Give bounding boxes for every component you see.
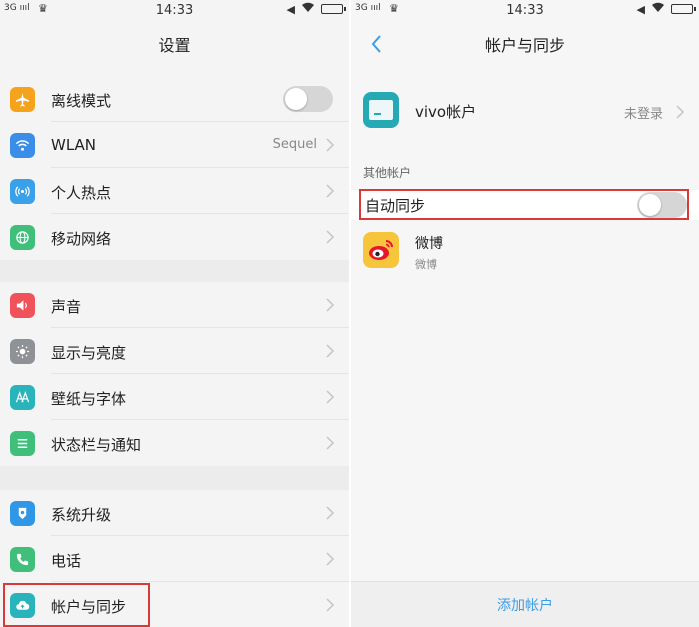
settings-item-wlan[interactable]: WLAN Sequel bbox=[0, 122, 349, 168]
list-icon bbox=[10, 431, 35, 456]
page-title: 设置 bbox=[158, 36, 191, 55]
chevron-right-icon bbox=[326, 506, 335, 520]
weibo-icon bbox=[363, 232, 399, 268]
chevron-right-icon bbox=[326, 390, 335, 404]
back-button[interactable] bbox=[365, 30, 389, 58]
status-bar: 3G ıııl ♛ 14:33 ◀ bbox=[0, 0, 349, 20]
brightness-icon bbox=[10, 339, 35, 364]
upgrade-icon bbox=[10, 501, 35, 526]
weibo-account-row[interactable]: 微博 微博 bbox=[351, 226, 699, 282]
group-divider bbox=[0, 260, 349, 282]
chevron-right-icon bbox=[326, 138, 335, 152]
settings-item-display-brightness[interactable]: 显示与亮度 bbox=[0, 328, 349, 374]
section-title-other-accounts: 其他帐户 bbox=[363, 166, 412, 180]
settings-item-hotspot[interactable]: 个人热点 bbox=[0, 168, 349, 214]
phone-icon bbox=[10, 547, 35, 572]
weibo-account-name: 微博 bbox=[415, 236, 443, 252]
wifi-icon bbox=[10, 133, 35, 158]
settings-item-mobile-network[interactable]: 移动网络 bbox=[0, 214, 349, 260]
settings-screen: 3G ıııl ♛ 14:33 ◀ 设置 离线模式 WLAN Sequel 个人… bbox=[0, 0, 349, 627]
accounts-sync-screen: 3G ıııl ♛ 14:33 ◀ 帐户与同步 vivo帐户 未登录 其他帐户 … bbox=[351, 0, 699, 627]
chevron-right-icon bbox=[326, 230, 335, 244]
hotspot-icon bbox=[10, 179, 35, 204]
wlan-network-name: Sequel bbox=[272, 137, 317, 152]
chevron-right-icon bbox=[326, 598, 335, 612]
speaker-icon bbox=[10, 293, 35, 318]
chevron-left-icon bbox=[371, 35, 381, 53]
settings-item-sound[interactable]: 声音 bbox=[0, 282, 349, 328]
weibo-account-type: 微博 bbox=[415, 258, 437, 271]
airplane-icon bbox=[10, 87, 35, 112]
settings-group-network: 离线模式 WLAN Sequel 个人热点 移动网络 bbox=[0, 76, 349, 260]
add-account-button[interactable]: 添加帐户 bbox=[497, 595, 553, 615]
settings-item-airplane-mode[interactable]: 离线模式 bbox=[0, 76, 349, 122]
settings-item-system-upgrade[interactable]: 系统升级 bbox=[0, 490, 349, 536]
chevron-right-icon bbox=[676, 105, 685, 119]
mute-icon: ◀ bbox=[636, 2, 645, 16]
group-divider bbox=[0, 466, 349, 490]
airplane-mode-toggle[interactable] bbox=[283, 86, 333, 112]
chevron-right-icon bbox=[326, 298, 335, 312]
status-bar: 3G ıııl ♛ 14:33 ◀ bbox=[351, 0, 699, 20]
bottom-action-bar: 添加帐户 bbox=[351, 581, 699, 627]
vivo-account-icon bbox=[363, 92, 399, 128]
font-icon bbox=[10, 385, 35, 410]
vivo-account-status: 未登录 bbox=[623, 107, 663, 122]
battery-icon bbox=[321, 4, 346, 14]
highlight-box-accounts-sync bbox=[3, 583, 150, 627]
globe-icon bbox=[10, 225, 35, 250]
wifi-status-icon bbox=[301, 2, 315, 16]
chevron-right-icon bbox=[326, 552, 335, 566]
wifi-status-icon bbox=[651, 2, 665, 16]
mute-icon: ◀ bbox=[286, 2, 295, 16]
page-title: 帐户与同步 bbox=[351, 22, 699, 66]
settings-item-wallpaper-font[interactable]: 壁纸与字体 bbox=[0, 374, 349, 420]
battery-icon bbox=[671, 4, 696, 14]
settings-group-display: 声音 显示与亮度 壁纸与字体 状态栏与通知 bbox=[0, 282, 349, 466]
highlight-box-auto-sync bbox=[359, 189, 689, 220]
page-title-text: 帐户与同步 bbox=[484, 36, 565, 55]
vivo-account-row[interactable]: vivo帐户 未登录 bbox=[351, 88, 699, 140]
settings-item-phone[interactable]: 电话 bbox=[0, 536, 349, 582]
chevron-right-icon bbox=[326, 184, 335, 198]
chevron-right-icon bbox=[326, 344, 335, 358]
vivo-account-label: vivo帐户 bbox=[415, 103, 477, 121]
chevron-right-icon bbox=[326, 436, 335, 450]
settings-item-statusbar-notifications[interactable]: 状态栏与通知 bbox=[0, 420, 349, 466]
